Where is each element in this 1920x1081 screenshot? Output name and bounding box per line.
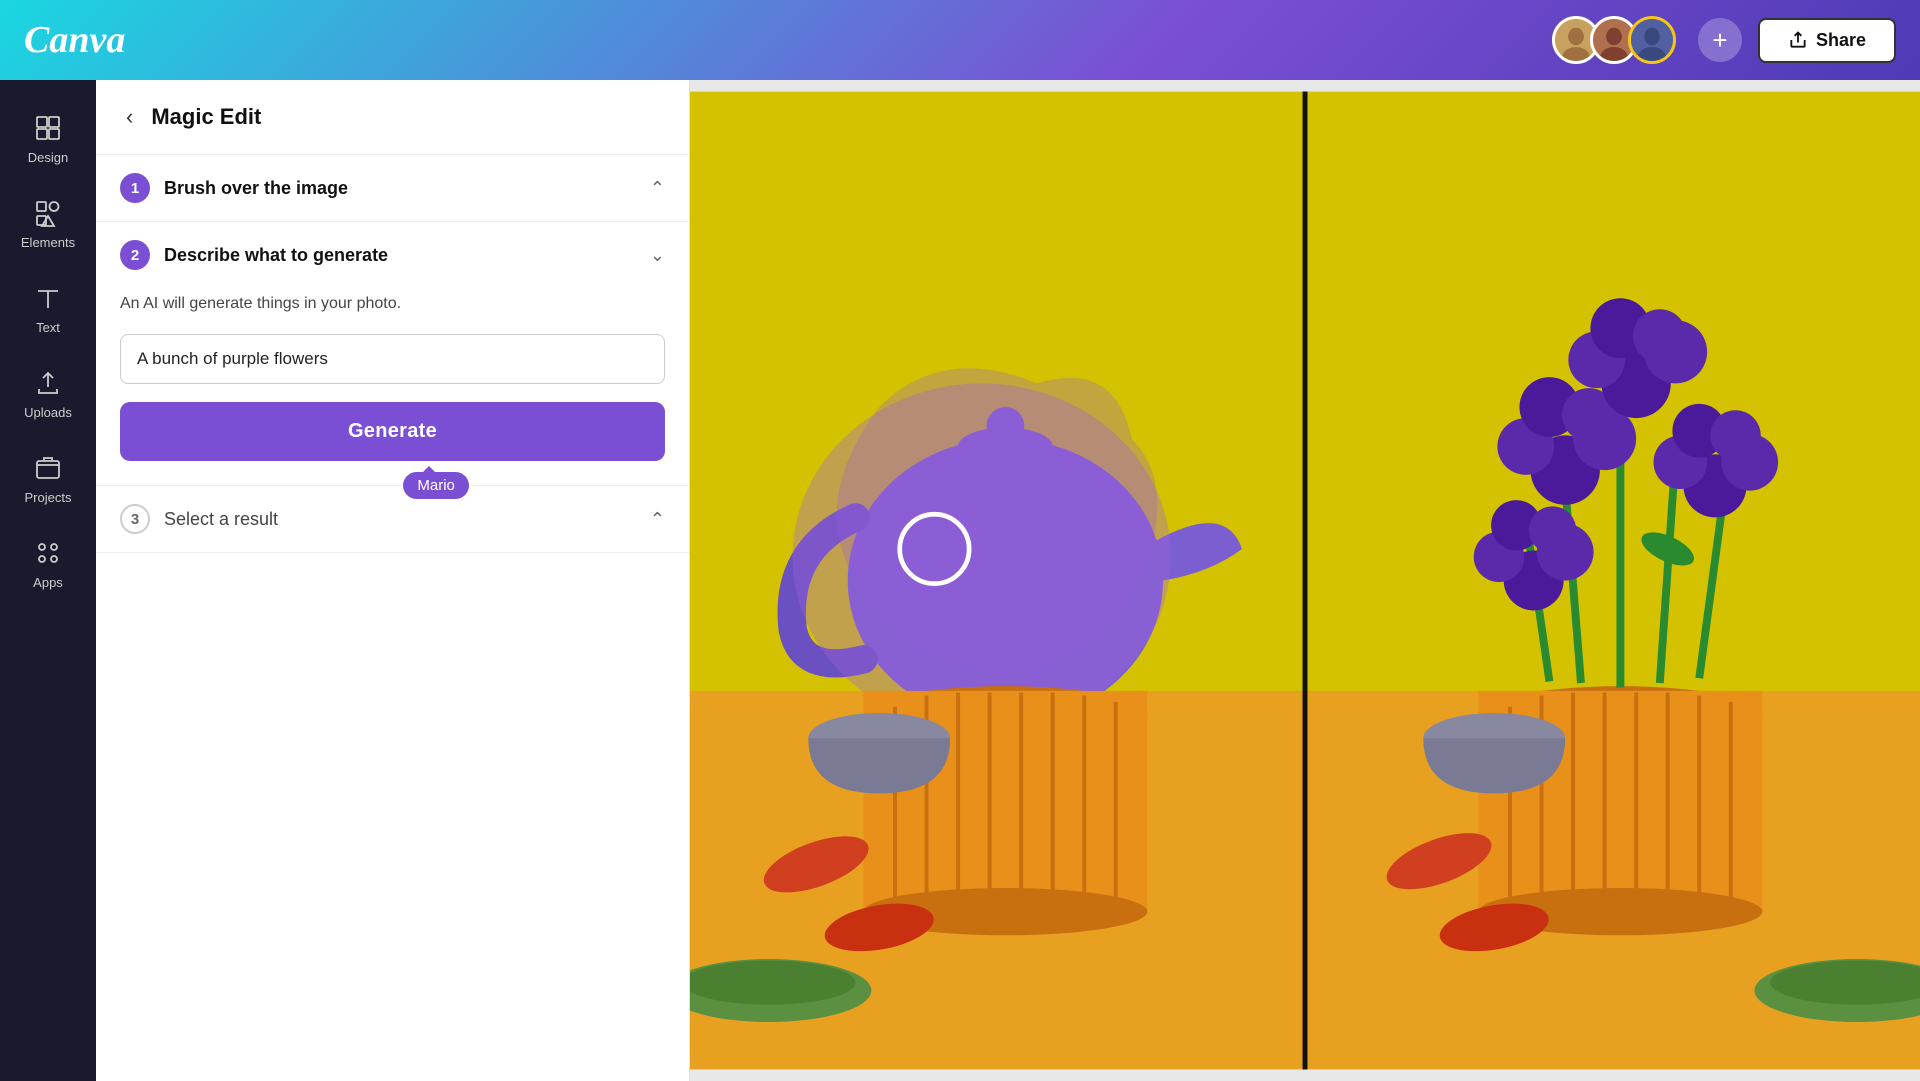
generate-button[interactable]: Generate (120, 402, 665, 461)
step2-section: 2 Describe what to generate ⌄ An AI will… (96, 222, 689, 486)
sidebar-label-design: Design (28, 150, 68, 165)
panel-header: ‹ Magic Edit (96, 80, 689, 155)
canvas-svg (690, 80, 1920, 1081)
step1-badge: 1 (120, 173, 150, 203)
main-layout: Design Elements Text (0, 80, 1920, 1081)
step3-section: 3 Select a result ⌃ (96, 486, 689, 553)
sidebar-item-design[interactable]: Design (0, 98, 96, 179)
step3-badge: 3 (120, 504, 150, 534)
panel-title: Magic Edit (151, 104, 261, 130)
sidebar-item-text[interactable]: Text (0, 268, 96, 349)
step1-header[interactable]: 1 Brush over the image ⌃ (96, 155, 689, 221)
projects-icon (32, 452, 64, 484)
add-collaborator-button[interactable]: + (1698, 18, 1742, 62)
apps-icon (32, 537, 64, 569)
step1-left: 1 Brush over the image (120, 173, 348, 203)
canvas-image (690, 80, 1920, 1081)
step3-chevron: ⌃ (650, 509, 665, 530)
design-icon (32, 112, 64, 144)
sidebar-label-projects: Projects (25, 490, 72, 505)
canvas-area[interactable] (690, 80, 1920, 1081)
step1-chevron: ⌃ (650, 178, 665, 199)
step3-title: Select a result (164, 509, 278, 530)
sidebar-label-text: Text (36, 320, 60, 335)
step2-left: 2 Describe what to generate (120, 240, 388, 270)
sidebar-item-projects[interactable]: Projects (0, 438, 96, 519)
header: Canva + Share (0, 0, 1920, 80)
generate-text-input[interactable] (120, 334, 665, 384)
step2-title: Describe what to generate (164, 245, 388, 266)
share-label: Share (1816, 30, 1866, 51)
uploads-icon (32, 367, 64, 399)
step3-left: 3 Select a result (120, 504, 278, 534)
generate-button-area: Generate Mario (120, 402, 665, 461)
step1-section: 1 Brush over the image ⌃ (96, 155, 689, 222)
collab-avatars (1552, 16, 1676, 64)
canva-logo: Canva (24, 18, 1552, 62)
sidebar-label-uploads: Uploads (24, 405, 72, 420)
text-icon (32, 282, 64, 314)
back-button[interactable]: ‹ (120, 102, 139, 132)
step2-badge: 2 (120, 240, 150, 270)
avatar-3[interactable] (1628, 16, 1676, 64)
magic-edit-panel: ‹ Magic Edit 1 Brush over the image ⌃ 2 … (96, 80, 690, 1081)
sidebar-label-elements: Elements (21, 235, 75, 250)
share-button[interactable]: Share (1758, 18, 1896, 63)
step3-header[interactable]: 3 Select a result ⌃ (96, 486, 689, 552)
step2-chevron: ⌄ (650, 245, 665, 266)
sidebar-label-apps: Apps (33, 575, 63, 590)
step2-header[interactable]: 2 Describe what to generate ⌄ (96, 222, 689, 288)
elements-icon (32, 197, 64, 229)
sidebar-item-uploads[interactable]: Uploads (0, 353, 96, 434)
share-icon (1788, 30, 1808, 50)
icon-sidebar: Design Elements Text (0, 80, 96, 1081)
step2-description: An AI will generate things in your photo… (120, 292, 665, 316)
sidebar-item-apps[interactable]: Apps (0, 523, 96, 604)
step2-body: An AI will generate things in your photo… (96, 288, 689, 485)
sidebar-item-elements[interactable]: Elements (0, 183, 96, 264)
step1-title: Brush over the image (164, 178, 348, 199)
